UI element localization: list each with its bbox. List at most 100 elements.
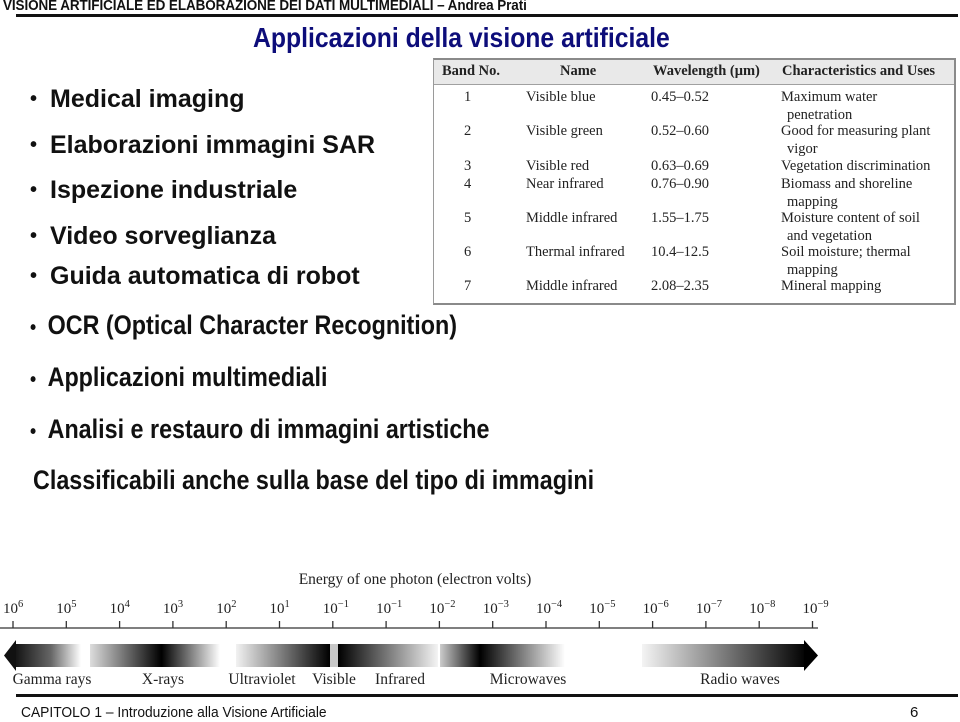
band-name: Visible blue (526, 89, 596, 105)
spectrum-region-labels: Gamma rays X-rays Ultraviolet Visible In… (13, 671, 780, 688)
band-infrared (338, 644, 438, 667)
tick-label: 102 (216, 599, 236, 617)
region-label: Radio waves (700, 671, 780, 688)
band-use-line: Soil moisture; thermal (781, 244, 911, 260)
chapter-footer: CAPITOLO 1 – Introduzione alla Visione A… (21, 704, 327, 721)
bullet-icon: • (30, 421, 37, 443)
band-wavelength: 0.52–0.60 (651, 123, 709, 139)
tick-label: 106 (3, 599, 23, 617)
band-use: Good for measuring plant vigor (781, 123, 930, 158)
band-wavelength: 10.4–12.5 (651, 244, 709, 260)
band-use-line: penetration (787, 106, 853, 123)
header-divider (16, 14, 958, 17)
band-ultraviolet (236, 644, 330, 667)
band-wavelength: 0.76–0.90 (651, 176, 709, 192)
list-item: • OCR (Optical Character Recognition) (30, 306, 490, 358)
list-item: • Medical imaging (30, 82, 375, 128)
list-item: • Elaborazioni immagini SAR (30, 128, 375, 174)
bullet-icon: • (30, 317, 37, 339)
band-use: Maximum water penetration (781, 89, 877, 124)
list-item: • Analisi e restauro di immagini artistic… (30, 410, 490, 462)
spectrum-ticks: 106 105 104 103 102 101 10−1 10−1 10−2 10−3 10−4 10… (3, 599, 829, 628)
band-name: Middle infrared (526, 278, 618, 294)
tick-label: 101 (270, 599, 290, 617)
band-use-line: Moisture content of soil (781, 210, 920, 226)
tick-label: 103 (163, 599, 183, 617)
column-header-name: Name (560, 63, 597, 79)
tick-label: 10−1 (376, 599, 402, 617)
column-header-wavelength: Wavelength (μm) (653, 63, 760, 79)
slide-title: Applicazioni della visione artificiale (253, 22, 670, 53)
band-gamma-rays (14, 644, 81, 667)
bullet-icon: • (30, 133, 38, 156)
list-item-text: Elaborazioni immagini SAR (50, 130, 376, 159)
right-arrow-head-icon (804, 640, 818, 671)
band-radio-waves (642, 644, 807, 667)
region-label: Ultraviolet (228, 671, 296, 688)
tick-label: 10−8 (749, 599, 775, 617)
bullet-icon: • (30, 264, 38, 287)
list-item-text: Applicazioni multimediali (47, 362, 328, 392)
application-list-bottom: • OCR (Optical Character Recognition) • Ap… (30, 306, 552, 462)
footer-divider (16, 694, 958, 697)
list-item: • Video sorveglianza (30, 219, 375, 259)
band-use-line: mapping (787, 261, 838, 278)
band-visible (330, 644, 338, 667)
band-use-line: Mineral mapping (781, 278, 882, 294)
band-number: 6 (464, 244, 472, 260)
band-use: Moisture content of soil and vegetation (781, 210, 920, 245)
bullet-icon: • (30, 88, 38, 110)
band-wavelength: 0.63–0.69 (651, 158, 709, 174)
tick-label: 10−6 (643, 599, 669, 617)
band-use-line: vigor (787, 140, 818, 157)
region-label: Visible (312, 671, 356, 688)
list-item: • Ispezione industriale (30, 173, 375, 219)
band-x-rays (90, 644, 220, 667)
course-header: VISIONE ARTIFICIALE ED ELABORAZIONE DEI … (3, 0, 527, 14)
band-number: 7 (464, 278, 472, 294)
list-item: • Applicazioni multimediali (30, 358, 490, 410)
band-use-line: and vegetation (787, 227, 872, 244)
band-number: 2 (464, 123, 472, 139)
band-microwaves (440, 644, 565, 667)
band-use: Biomass and shoreline mapping (781, 176, 912, 211)
bullet-icon: • (30, 224, 38, 247)
tick-label: 10−5 (589, 599, 615, 617)
tick-label: 10−3 (483, 599, 509, 617)
tick-label: 105 (56, 599, 76, 617)
band-wavelength: 2.08–2.35 (651, 278, 709, 294)
column-header-band: Band No. (442, 63, 501, 79)
list-item-text: OCR (Optical Character Recognition) (47, 310, 458, 340)
band-wavelength: 0.45–0.52 (651, 89, 709, 105)
bullet-icon: • (30, 179, 38, 201)
column-header-uses: Characteristics and Uses (782, 63, 936, 79)
list-item-text: Ispezione industriale (50, 176, 298, 204)
list-item-text: Guida automatica di robot (50, 261, 360, 290)
page-number: 6 (910, 704, 919, 721)
band-number: 3 (464, 158, 472, 174)
band-use-line: Maximum water (781, 89, 878, 105)
band-name: Near infrared (526, 176, 604, 192)
band-use-line: Good for measuring plant (781, 123, 931, 139)
region-label: Gamma rays (13, 671, 92, 688)
band-use: Vegetation discrimination (781, 158, 930, 176)
band-number: 5 (464, 210, 472, 226)
classification-note: Classificabili anche sulla base del tipo… (33, 465, 595, 495)
tick-label: 10−4 (536, 599, 563, 617)
list-item-text: Video sorveglianza (50, 221, 277, 250)
band-name: Visible red (526, 158, 590, 174)
bullet-icon: • (30, 369, 37, 391)
tick-label: 10−1 (323, 599, 349, 617)
em-spectrum-figure: Energy of one photon (electron volts) 10… (0, 571, 829, 688)
region-label: Infrared (375, 671, 425, 688)
left-arrow-head-icon (4, 640, 16, 671)
application-list-top: • Medical imaging • Elaborazioni immagini … (30, 82, 375, 304)
tick-label: 10−2 (429, 599, 455, 617)
band-use-line: mapping (787, 193, 838, 210)
band-name: Visible green (526, 123, 603, 139)
spectrum-axis-title: Energy of one photon (electron volts) (299, 571, 532, 588)
band-wavelength: 1.55–1.75 (651, 210, 709, 226)
band-name: Middle infrared (526, 210, 618, 226)
band-number: 4 (464, 176, 472, 192)
band-name: Thermal infrared (526, 244, 625, 260)
